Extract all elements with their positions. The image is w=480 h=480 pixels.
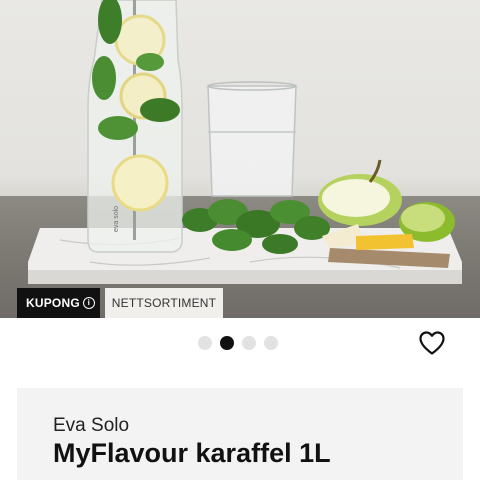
carousel-dot[interactable] — [198, 336, 212, 350]
online-label: NETTSORTIMENT — [111, 296, 217, 310]
carousel-dot[interactable] — [264, 336, 278, 350]
coupon-label: KUPONG — [26, 296, 80, 310]
carafe: eva solo — [87, 0, 183, 253]
heart-outline-icon — [419, 331, 445, 355]
glasses — [207, 81, 297, 197]
product-photo: eva solo — [28, 0, 462, 284]
product-info-card: Eva Solo MyFlavour karaffel 1L — [17, 388, 463, 480]
product-image[interactable]: eva solo KUPONG i NETTSORTIMENT — [0, 0, 480, 318]
apple — [318, 159, 402, 226]
product-brand[interactable]: Eva Solo — [53, 415, 129, 437]
carousel-dot[interactable] — [220, 336, 234, 350]
info-icon[interactable]: i — [82, 297, 95, 309]
product-title: MyFlavour karaffel 1L — [53, 438, 331, 468]
online-assortment-badge: NETTSORTIMENT — [105, 288, 223, 318]
coupon-badge[interactable]: KUPONG i — [17, 288, 100, 318]
carafe-print: eva solo — [113, 206, 120, 232]
favorite-button[interactable] — [418, 330, 446, 356]
carousel-dot[interactable] — [242, 336, 256, 350]
carousel-dots — [198, 336, 278, 350]
orange-peel — [356, 234, 414, 250]
